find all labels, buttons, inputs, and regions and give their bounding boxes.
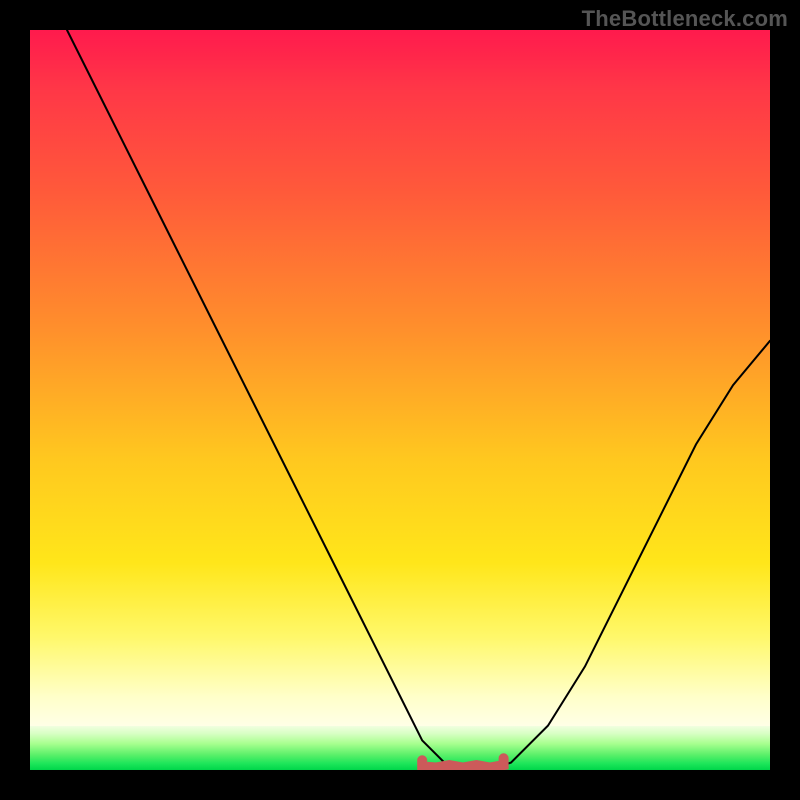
chart-stage: TheBottleneck.com [0,0,800,800]
valley-marker [422,758,503,767]
curve-layer [30,30,770,770]
plot-area [30,30,770,770]
bottleneck-curve [67,30,770,770]
watermark-text: TheBottleneck.com [582,6,788,32]
